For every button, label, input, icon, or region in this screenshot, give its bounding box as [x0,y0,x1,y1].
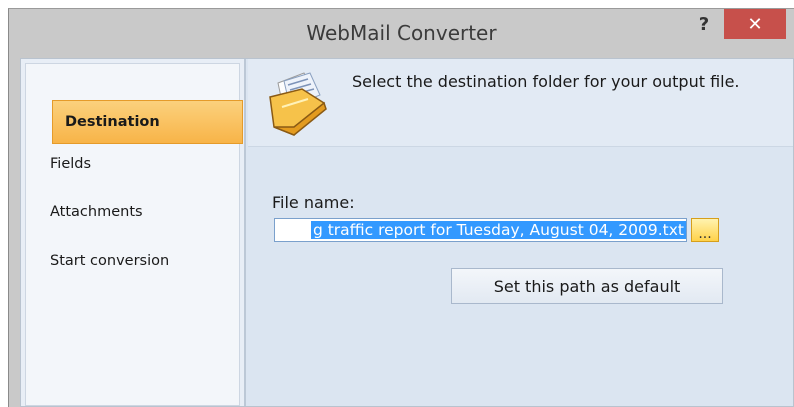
file-name-label: File name: [272,193,355,212]
file-name-input[interactable]: g traffic report for Tuesday, August 04,… [274,218,687,242]
folder-icon [269,72,327,136]
app-window: WebMail Converter ? ✕ Destination Fields… [8,8,794,407]
window-title: WebMail Converter [306,21,497,45]
sidebar-item-fields[interactable]: Fields [50,147,91,181]
set-default-path-button[interactable]: Set this path as default [451,268,723,304]
main-content: Select the destination folder for your o… [248,59,793,406]
sidebar-item-destination[interactable]: Destination [52,100,243,144]
file-name-value: g traffic report for Tuesday, August 04,… [310,221,686,239]
dialog-client: Destination Fields Attachments Start con… [20,58,794,407]
sidebar-item-attachments[interactable]: Attachments [50,195,143,229]
form-area: File name: g traffic report for Tuesday,… [248,147,793,406]
sidebar-item-start-conversion[interactable]: Start conversion [50,244,169,278]
sidebar: Destination Fields Attachments Start con… [21,59,246,406]
help-button[interactable]: ? [692,9,716,39]
close-button[interactable]: ✕ [724,9,786,39]
close-icon: ✕ [747,13,763,35]
header-band: Select the destination folder for your o… [248,59,793,147]
title-bar: WebMail Converter ? ✕ [9,9,794,55]
header-instruction: Select the destination folder for your o… [352,72,740,91]
browse-button[interactable]: ... [691,218,719,242]
sidebar-panel: Destination Fields Attachments Start con… [25,63,243,406]
